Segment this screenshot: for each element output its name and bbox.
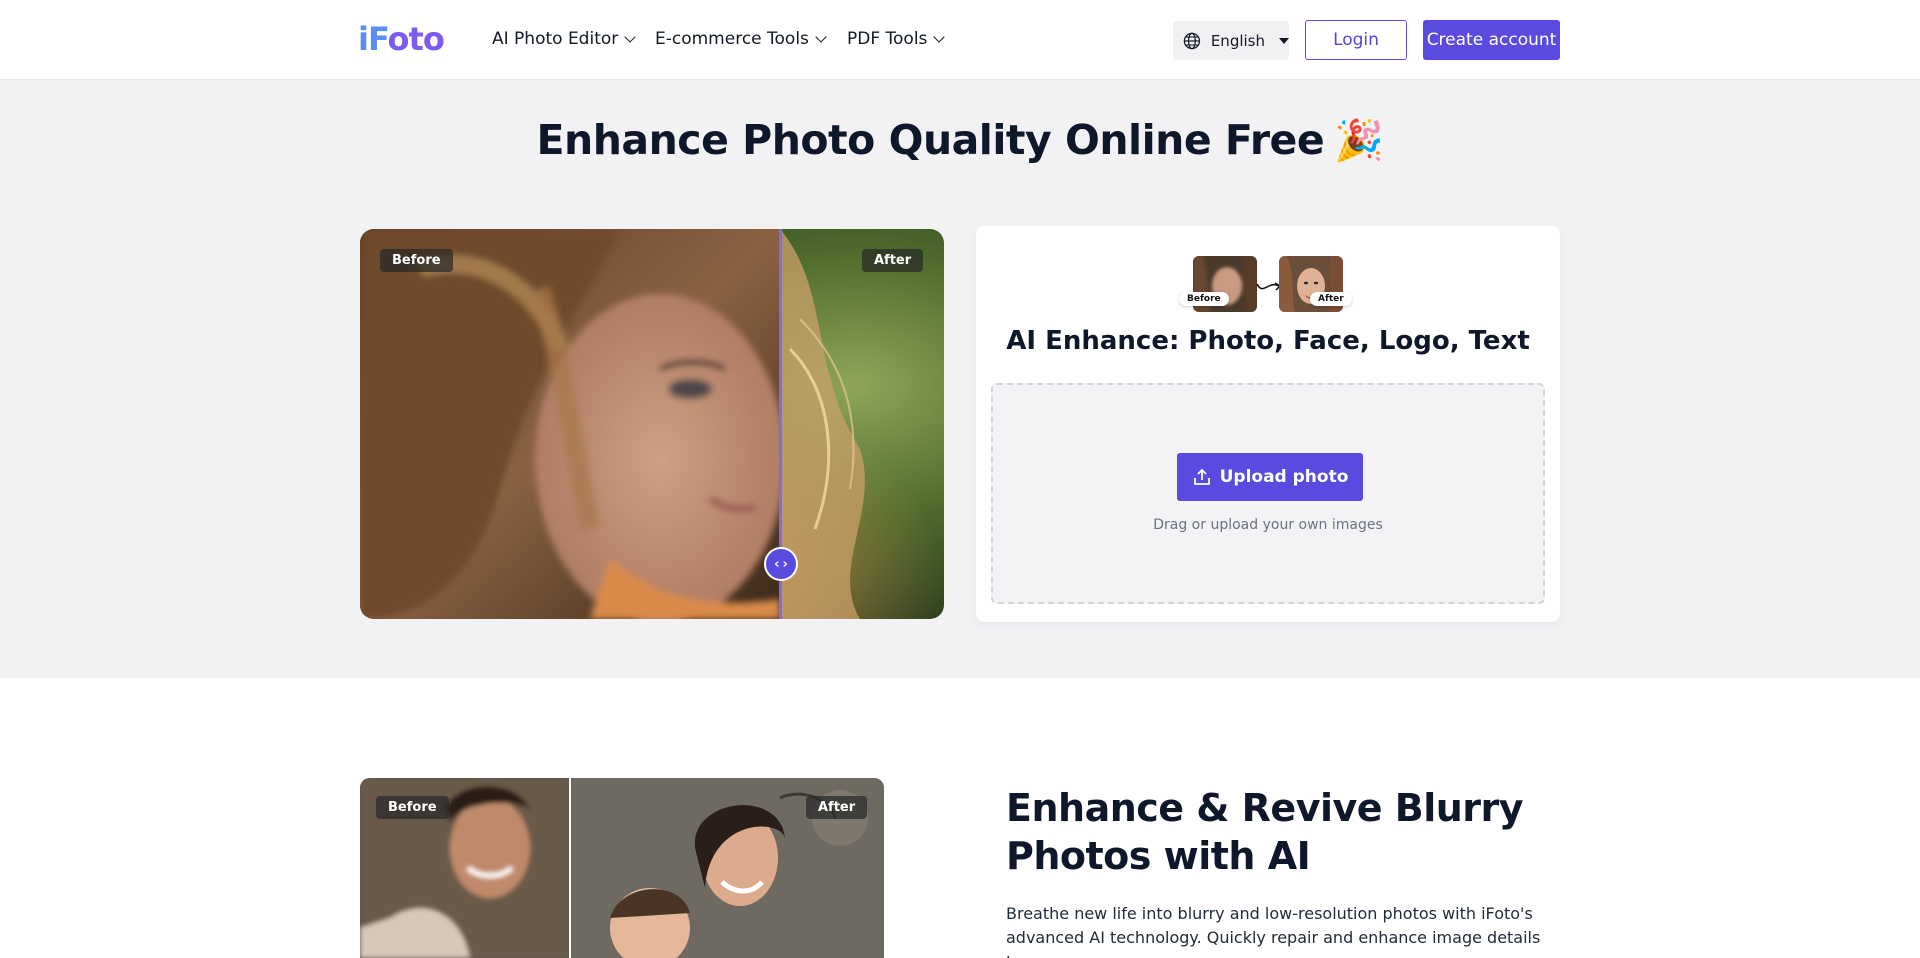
- after-tag: After: [862, 249, 924, 272]
- chevron-down-icon: [933, 30, 946, 43]
- nav-pdf-tools[interactable]: PDF Tools: [847, 29, 946, 49]
- caret-down-icon: [1279, 37, 1289, 44]
- ifoto-logo[interactable]: iFoto: [358, 20, 445, 58]
- thumb-after-tag: After: [1310, 292, 1352, 306]
- chevron-right-icon: ›: [782, 556, 788, 572]
- nav-ecommerce-tools[interactable]: E-commerce Tools: [655, 29, 827, 49]
- before-after-slider[interactable]: ‹ › Before After: [360, 229, 944, 619]
- before-image: [360, 229, 780, 619]
- before-tag: Before: [376, 796, 449, 819]
- nav-ai-photo-editor[interactable]: AI Photo Editor: [492, 29, 636, 49]
- page-title-text: Enhance Photo Quality Online Free: [536, 116, 1325, 164]
- card-title: AI Enhance: Photo, Face, Logo, Text: [1006, 326, 1530, 356]
- chevron-down-icon: [624, 30, 636, 43]
- upload-photo-label: Upload photo: [1219, 467, 1349, 487]
- slider-divider[interactable]: [569, 778, 571, 958]
- example-thumbnails: Before After: [976, 256, 1560, 316]
- family-before-after-image: Before After: [360, 778, 884, 958]
- create-account-button[interactable]: Create account: [1423, 20, 1560, 60]
- after-tag: After: [806, 796, 868, 819]
- thumb-before-tag: Before: [1179, 292, 1229, 306]
- upload-photo-button[interactable]: Upload photo: [1177, 453, 1363, 501]
- upload-icon: [1193, 468, 1210, 485]
- party-popper-icon: 🎉: [1334, 118, 1384, 164]
- chevron-left-icon: ‹: [774, 556, 780, 572]
- section-description: Breathe new life into blurry and low-res…: [1006, 904, 1541, 958]
- before-tag: Before: [380, 249, 453, 272]
- logo-part-1: iF: [358, 20, 389, 58]
- chevron-down-icon: [815, 30, 827, 43]
- language-label: English: [1210, 31, 1265, 50]
- top-navbar: iFoto AI Photo Editor E-commerce Tools P…: [0, 0, 1920, 80]
- upload-dropzone[interactable]: Upload photo Drag or upload your own ima…: [991, 383, 1545, 604]
- hero-section: Enhance Photo Quality Online Free 🎉 ‹ › …: [0, 80, 1920, 678]
- drop-hint: Drag or upload your own images: [1153, 517, 1383, 533]
- globe-icon: [1183, 32, 1201, 49]
- nav-item-label: AI Photo Editor: [492, 29, 619, 49]
- nav-item-label: E-commerce Tools: [655, 29, 809, 49]
- compare-handle-icon[interactable]: ‹ ›: [764, 547, 798, 581]
- section-title: Enhance & Revive Blurry Photos with AI: [1006, 786, 1524, 878]
- login-button[interactable]: Login: [1305, 20, 1407, 60]
- nav-item-label: PDF Tools: [847, 29, 928, 49]
- language-selector[interactable]: English: [1173, 21, 1289, 60]
- page-title: Enhance Photo Quality Online Free 🎉: [0, 116, 1920, 164]
- logo-part-2: oto: [387, 20, 445, 58]
- upload-card: Before After AI Enhance: Photo, Face, Lo…: [976, 226, 1560, 622]
